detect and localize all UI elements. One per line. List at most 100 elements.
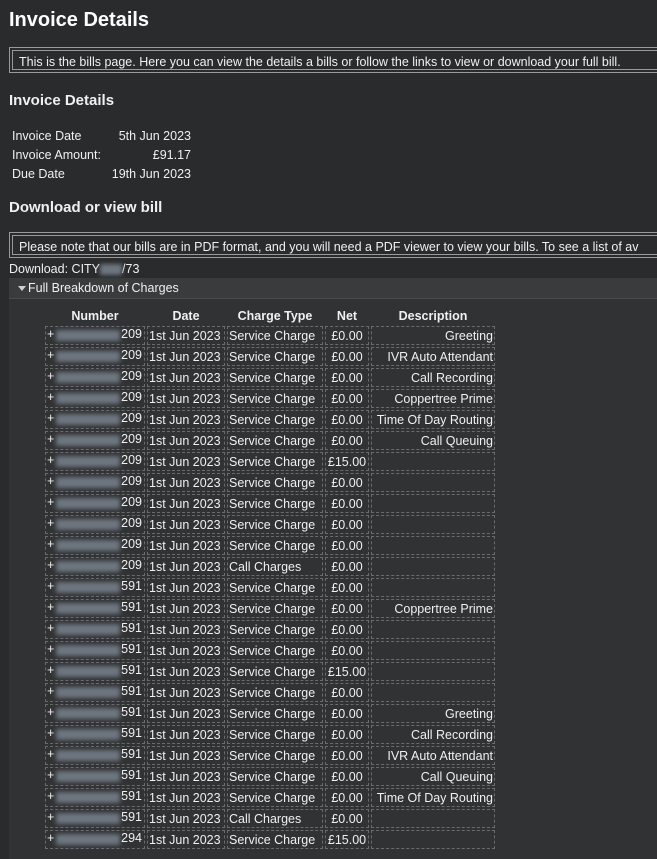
description-cell	[371, 452, 495, 471]
expand-row-button[interactable]: +	[47, 600, 54, 614]
expand-row-button[interactable]: +	[47, 474, 54, 488]
number-cell: +591	[45, 662, 145, 681]
table-row: +209 1st Jun 2023 Service Charge £0.00 IVR A…	[45, 347, 495, 366]
net-cell: £0.00	[325, 725, 369, 744]
expand-row-button[interactable]: +	[47, 621, 54, 635]
expand-row-button[interactable]: +	[47, 663, 54, 677]
number-cell: +209	[45, 410, 145, 429]
number-suffix: 591	[121, 663, 142, 677]
redacted-number	[56, 687, 120, 698]
table-row: +209 1st Jun 2023 Service Charge £0.00 Coppe…	[45, 389, 495, 408]
description-cell: Call Recording	[371, 725, 495, 744]
expand-row-button[interactable]: +	[47, 516, 54, 530]
date-cell: 1st Jun 2023	[147, 557, 225, 576]
number-cell: +209	[45, 431, 145, 450]
charge-type-cell: Service Charge	[227, 788, 323, 807]
charge-type-cell: Service Charge	[227, 830, 323, 849]
expand-row-button[interactable]: +	[47, 348, 54, 362]
col-charge-type: Charge Type	[237, 308, 313, 323]
charge-type-cell: Service Charge	[227, 494, 323, 513]
due-date-value: 19th Jun 2023	[111, 166, 191, 181]
date-cell: 1st Jun 2023	[147, 347, 225, 366]
charge-type-cell: Service Charge	[227, 473, 323, 492]
net-cell: £0.00	[325, 473, 369, 492]
invoice-details-table: Invoice Date 5th Jun 2023 Invoice Amount…	[12, 126, 191, 183]
invoice-date-label: Invoice Date	[12, 128, 82, 143]
table-row: +209 1st Jun 2023 Call Charges £0.00	[45, 557, 495, 576]
number-cell: +209	[45, 515, 145, 534]
expand-row-button[interactable]: +	[47, 579, 54, 593]
number-cell: +591	[45, 620, 145, 639]
date-cell: 1st Jun 2023	[147, 578, 225, 597]
expand-row-button[interactable]: +	[47, 432, 54, 446]
intro-text: This is the bills page. Here you can vie…	[12, 50, 657, 70]
redacted-number	[56, 330, 120, 341]
date-cell: 1st Jun 2023	[147, 326, 225, 345]
expand-row-button[interactable]: +	[47, 327, 54, 341]
expand-row-button[interactable]: +	[47, 453, 54, 467]
breakdown-toggle[interactable]: Full Breakdown of Charges	[9, 278, 657, 299]
description-cell	[371, 641, 495, 660]
table-row: +209 1st Jun 2023 Service Charge £0.00	[45, 536, 495, 555]
table-row: +209 1st Jun 2023 Service Charge £15.00	[45, 452, 495, 471]
expand-row-button[interactable]: +	[47, 705, 54, 719]
number-suffix: 209	[121, 432, 142, 446]
date-cell: 1st Jun 2023	[147, 410, 225, 429]
date-cell: 1st Jun 2023	[147, 704, 225, 723]
table-row: +209 1st Jun 2023 Service Charge £0.00	[45, 494, 495, 513]
expand-row-button[interactable]: +	[47, 411, 54, 425]
date-cell: 1st Jun 2023	[147, 683, 225, 702]
table-row: +591 1st Jun 2023 Service Charge £0.00	[45, 641, 495, 660]
expand-row-button[interactable]: +	[47, 537, 54, 551]
description-cell	[371, 578, 495, 597]
table-row: +591 1st Jun 2023 Service Charge £0.00	[45, 683, 495, 702]
number-suffix: 591	[121, 621, 142, 635]
number-suffix: 209	[121, 369, 142, 383]
net-cell: £0.00	[325, 326, 369, 345]
date-cell: 1st Jun 2023	[147, 515, 225, 534]
table-row: +209 1st Jun 2023 Service Charge £0.00 Call …	[45, 431, 495, 450]
number-cell: +209	[45, 347, 145, 366]
redacted-number	[56, 729, 120, 740]
charge-type-cell: Service Charge	[227, 767, 323, 786]
invoice-amount-value: £91.17	[152, 147, 191, 162]
expand-row-button[interactable]: +	[47, 684, 54, 698]
charge-type-cell: Service Charge	[227, 704, 323, 723]
expand-row-button[interactable]: +	[47, 789, 54, 803]
number-suffix: 591	[121, 684, 142, 698]
expand-row-button[interactable]: +	[47, 390, 54, 404]
expand-row-button[interactable]: +	[47, 726, 54, 740]
charge-type-cell: Service Charge	[227, 431, 323, 450]
expand-row-button[interactable]: +	[47, 810, 54, 824]
net-cell: £0.00	[325, 494, 369, 513]
due-date-label: Due Date	[12, 166, 65, 181]
description-cell	[371, 473, 495, 492]
number-cell: +209	[45, 494, 145, 513]
description-cell: Time Of Day Routing	[371, 788, 495, 807]
description-cell: Time Of Day Routing	[371, 410, 495, 429]
net-cell: £0.00	[325, 431, 369, 450]
expand-row-button[interactable]: +	[47, 369, 54, 383]
date-cell: 1st Jun 2023	[147, 767, 225, 786]
table-row: +591 1st Jun 2023 Call Charges £0.00	[45, 809, 495, 828]
table-row: +209 1st Jun 2023 Service Charge £0.00 Time …	[45, 410, 495, 429]
description-cell	[371, 536, 495, 555]
net-cell: £0.00	[325, 389, 369, 408]
charge-type-cell: Service Charge	[227, 326, 323, 345]
charge-type-cell: Service Charge	[227, 746, 323, 765]
download-link[interactable]: Download: CITY/73	[9, 262, 139, 276]
expand-row-button[interactable]: +	[47, 495, 54, 509]
charge-type-cell: Service Charge	[227, 641, 323, 660]
redacted-number	[56, 708, 120, 719]
expand-row-button[interactable]: +	[47, 768, 54, 782]
number-cell: +209	[45, 557, 145, 576]
expand-row-button[interactable]: +	[47, 831, 54, 845]
expand-row-button[interactable]: +	[47, 642, 54, 656]
number-suffix: 591	[121, 810, 142, 824]
expand-row-button[interactable]: +	[47, 747, 54, 761]
net-cell: £0.00	[325, 767, 369, 786]
date-cell: 1st Jun 2023	[147, 725, 225, 744]
charge-type-cell: Call Charges	[227, 809, 323, 828]
col-net: Net	[336, 308, 358, 323]
expand-row-button[interactable]: +	[47, 558, 54, 572]
